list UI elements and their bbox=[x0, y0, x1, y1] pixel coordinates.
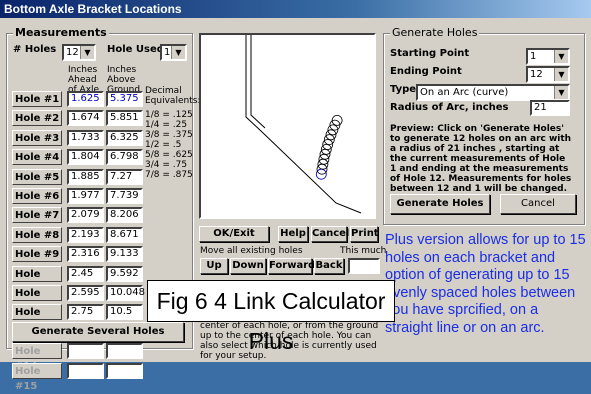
generate-holes-button[interactable]: Generate Holes bbox=[390, 194, 490, 214]
plus-version-note: Plus version allows for up to 15 holes o… bbox=[385, 232, 586, 336]
ending-point-value: 12 bbox=[530, 69, 543, 80]
hole-used-select[interactable]: 1 ▼ bbox=[160, 44, 187, 61]
move-amount-input[interactable] bbox=[348, 258, 380, 274]
radius-input[interactable]: 21 bbox=[530, 100, 570, 116]
starting-point-label: Starting Point bbox=[390, 48, 470, 59]
chevron-down-icon[interactable]: ▼ bbox=[171, 46, 185, 59]
hole-row-button[interactable]: Hole #5 bbox=[12, 168, 62, 185]
measurements-group-label: Measurements bbox=[13, 26, 109, 39]
hole-above-input[interactable]: 9.133 bbox=[106, 246, 143, 263]
hole-ahead-input[interactable] bbox=[67, 343, 104, 360]
move-back-button[interactable]: Back bbox=[314, 258, 344, 274]
decimal-equivalent: 1/8 = .125 bbox=[145, 110, 193, 120]
hole-above-input[interactable]: 6.325 bbox=[106, 129, 143, 146]
hole-row-button[interactable]: Hole #9 bbox=[12, 246, 62, 263]
decimal-equivalent: 1/2 = .5 bbox=[145, 140, 182, 150]
hole-ahead-input[interactable]: 1.674 bbox=[67, 110, 104, 127]
figure-caption: Fig 6 4 Link Calculator Plus bbox=[147, 280, 395, 354]
hole-row-button[interactable]: Hole #7 bbox=[12, 207, 62, 224]
print-button[interactable]: Print bbox=[350, 226, 379, 242]
radius-label: Radius of Arc, inches bbox=[390, 102, 509, 113]
hole-above-input[interactable]: 5.375 bbox=[106, 91, 143, 107]
num-holes-select[interactable]: 12 ▼ bbox=[62, 44, 96, 61]
help-button[interactable]: Help bbox=[278, 226, 308, 242]
hole-ahead-input[interactable]: 1.625 bbox=[67, 91, 104, 107]
hole-row-button[interactable]: Hole #4 bbox=[12, 149, 62, 166]
generate-holes-group-label: Generate Holes bbox=[390, 26, 480, 39]
hole-ahead-input[interactable]: 1.733 bbox=[67, 129, 104, 146]
type-value: On an Arc (curve) bbox=[420, 87, 509, 98]
move-down-button[interactable]: Down bbox=[230, 258, 266, 274]
chevron-down-icon[interactable]: ▼ bbox=[554, 86, 568, 99]
hole-ahead-input[interactable] bbox=[67, 362, 104, 379]
bracket-preview-canvas bbox=[199, 33, 376, 219]
chevron-down-icon[interactable]: ▼ bbox=[554, 50, 568, 63]
hole-above-input[interactable]: 7.27 bbox=[106, 168, 143, 185]
hole-above-input[interactable]: 8.671 bbox=[106, 226, 143, 243]
move-all-holes-label: Move all existing holes bbox=[200, 246, 303, 256]
hole-above-input[interactable] bbox=[106, 343, 143, 360]
hole-row-button[interactable]: Hole #8 bbox=[12, 226, 62, 243]
ending-point-select[interactable]: 12 ▼ bbox=[526, 66, 570, 83]
hole-above-input[interactable]: 6.798 bbox=[106, 149, 143, 166]
num-holes-label: # Holes bbox=[13, 44, 57, 55]
hole-used-label: Hole Used bbox=[107, 44, 164, 55]
hole-above-input[interactable]: 8.206 bbox=[106, 207, 143, 224]
hole-row-button[interactable]: Hole #14 bbox=[12, 343, 62, 372]
decimal-equivalent: 3/8 = .375 bbox=[145, 130, 193, 140]
decimal-equivalent: 3/4 = .75 bbox=[145, 160, 188, 170]
preview-text: Preview: Click on 'Generate Holes' to ge… bbox=[390, 124, 572, 194]
generate-several-holes-button[interactable]: Generate Several Holes bbox=[12, 322, 184, 342]
hole-ahead-input[interactable]: 1.885 bbox=[67, 168, 104, 185]
type-select[interactable]: On an Arc (curve) ▼ bbox=[416, 84, 570, 101]
generate-cancel-button[interactable]: Cancel bbox=[500, 194, 576, 214]
chevron-down-icon[interactable]: ▼ bbox=[80, 46, 94, 59]
hole-row-button[interactable]: Hole #2 bbox=[12, 110, 62, 127]
starting-point-select[interactable]: 1 ▼ bbox=[526, 48, 570, 65]
hole-above-input[interactable]: 7.739 bbox=[106, 188, 143, 204]
hole-ahead-input[interactable]: 2.595 bbox=[67, 285, 104, 301]
move-up-button[interactable]: Up bbox=[200, 258, 228, 274]
hole-above-input[interactable]: 10.5 bbox=[106, 304, 143, 321]
hole-ahead-input[interactable]: 2.079 bbox=[67, 207, 104, 224]
hole-ahead-input[interactable]: 2.193 bbox=[67, 226, 104, 243]
ending-point-label: Ending Point bbox=[390, 66, 462, 77]
app-window: Bottom Axle Bracket Locations Measuremen… bbox=[0, 0, 591, 392]
decimal-equivalent: 1/4 = .25 bbox=[145, 120, 188, 130]
decimal-equivalent: 5/8 = .625 bbox=[145, 150, 193, 160]
hole-circles bbox=[315, 115, 343, 180]
ok-exit-button[interactable]: OK/Exit bbox=[199, 226, 269, 242]
decimal-equivalent: 7/8 = .875 bbox=[145, 170, 193, 180]
type-label: Type bbox=[390, 84, 417, 95]
hole-used-value: 1 bbox=[164, 47, 171, 58]
starting-point-value: 1 bbox=[530, 51, 537, 62]
hole-above-input[interactable]: 10.048 bbox=[106, 285, 145, 301]
hole-ahead-input[interactable]: 1.977 bbox=[67, 188, 104, 204]
hole-row-button[interactable]: Hole #11 bbox=[12, 285, 62, 314]
hole-row-button[interactable]: Hole #1 bbox=[12, 91, 62, 107]
hole-ahead-input[interactable]: 2.45 bbox=[67, 265, 104, 282]
move-forward-button[interactable]: Forward bbox=[268, 258, 315, 274]
hole-above-input[interactable]: 5.851 bbox=[106, 110, 143, 127]
bracket-drawing bbox=[245, 35, 362, 214]
cancel-button[interactable]: Cancel bbox=[311, 226, 349, 242]
decimal-equivalents-label: Decimal Equivalents: bbox=[145, 86, 201, 106]
hole-row-button[interactable]: Hole #12 bbox=[12, 304, 62, 333]
hole-row-button[interactable]: Hole #15 bbox=[12, 362, 62, 392]
hole-ahead-input[interactable]: 2.75 bbox=[67, 304, 104, 321]
window-title: Bottom Axle Bracket Locations bbox=[4, 2, 182, 16]
hole-row-button[interactable]: Hole #6 bbox=[12, 188, 62, 204]
hole-above-input[interactable]: 9.592 bbox=[106, 265, 143, 282]
hole-ahead-input[interactable]: 1.804 bbox=[67, 149, 104, 166]
num-holes-value: 12 bbox=[66, 47, 79, 58]
hole-above-input[interactable] bbox=[106, 362, 143, 379]
this-much-label: This much bbox=[340, 246, 387, 256]
hole-row-button[interactable]: Hole #3 bbox=[12, 129, 62, 146]
hole-row-button[interactable]: Hole #10 bbox=[12, 265, 62, 295]
hole-ahead-input[interactable]: 2.316 bbox=[67, 246, 104, 263]
title-bar[interactable]: Bottom Axle Bracket Locations bbox=[0, 0, 591, 18]
chevron-down-icon[interactable]: ▼ bbox=[554, 68, 568, 81]
